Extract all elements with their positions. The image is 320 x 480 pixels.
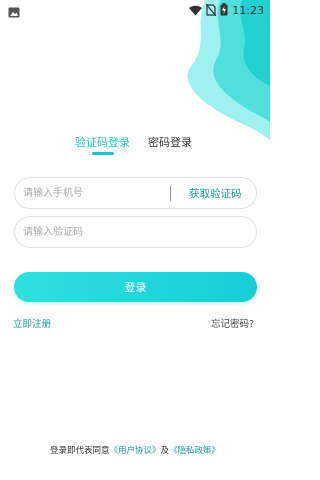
phone-field: 获取验证码 <box>14 177 257 209</box>
user-agreement-link[interactable]: 《用户协议》 <box>109 446 160 456</box>
active-tab-indicator <box>92 152 114 155</box>
image-icon <box>8 3 20 22</box>
battery-charging-icon <box>220 1 228 20</box>
login-mode-tabs: 验证码登录 密码登录 <box>0 134 270 158</box>
wifi-icon <box>189 1 203 20</box>
privacy-policy-link[interactable]: 《隐私政策》 <box>169 446 220 456</box>
register-link[interactable]: 立即注册 <box>13 316 51 330</box>
code-field <box>14 216 257 248</box>
tab-sms-login[interactable]: 验证码登录 <box>75 134 130 150</box>
login-button[interactable]: 登录 <box>14 272 257 302</box>
decorative-blob <box>187 0 270 140</box>
agreement-text: 登录即代表同意《用户协议》及《隐私政策》 <box>0 444 270 456</box>
get-code-button[interactable]: 获取验证码 <box>189 186 242 201</box>
field-divider <box>170 186 171 201</box>
phone-input[interactable] <box>23 178 173 208</box>
code-input[interactable] <box>23 217 248 247</box>
tab-password-login[interactable]: 密码登录 <box>148 134 192 150</box>
agreement-and: 及 <box>160 446 170 456</box>
forgot-password-link[interactable]: 忘记密码? <box>211 316 254 330</box>
no-sim-icon <box>205 1 217 20</box>
agreement-prefix: 登录即代表同意 <box>49 446 110 456</box>
status-time: 11:23 <box>232 4 264 17</box>
status-bar: 11:23 <box>0 0 270 18</box>
